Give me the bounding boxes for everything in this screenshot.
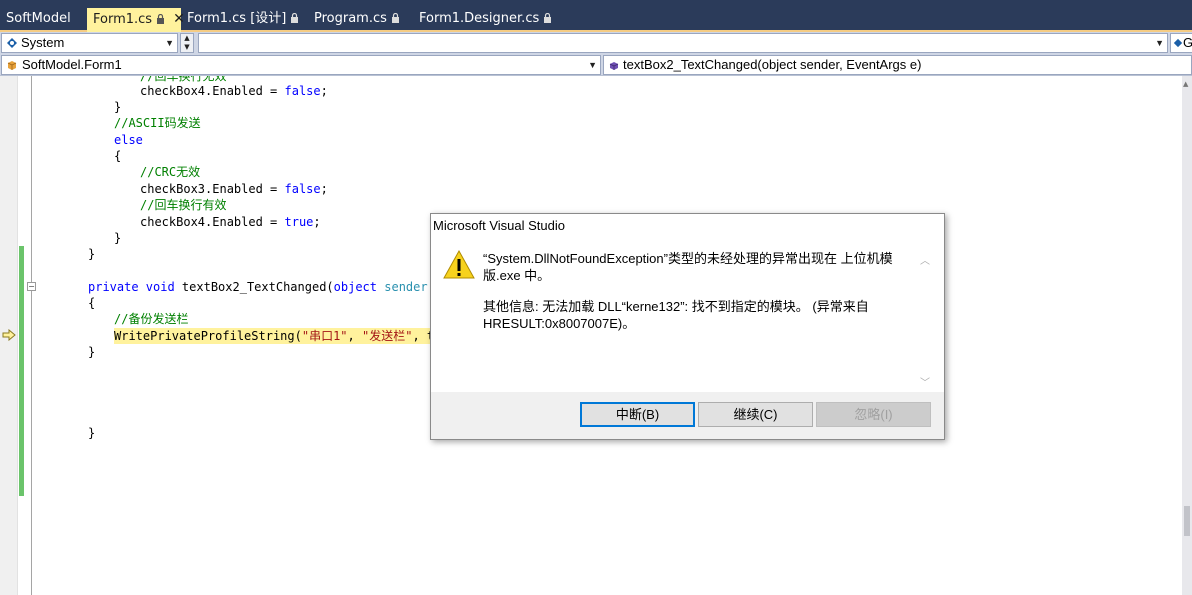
spin-buttons[interactable]: ▲ ▼	[180, 33, 194, 53]
tab-program-cs[interactable]: Program.cs	[308, 8, 408, 30]
code-line: checkBox3.Enabled = false;	[140, 182, 328, 196]
dialog-title: Microsoft Visual Studio	[431, 214, 944, 238]
instruction-pointer-icon	[2, 329, 16, 341]
scroll-up-icon[interactable]: ︿	[920, 252, 930, 267]
code-brace: {	[88, 296, 96, 310]
vertical-scrollbar[interactable]: ▲	[1182, 76, 1192, 595]
type-member-bar: SoftModel.Form1 ▼ textBox2_TextChanged(o…	[0, 54, 1192, 76]
scroll-down-icon[interactable]: ﹀	[920, 374, 930, 389]
code-brace: {	[114, 149, 122, 163]
lock-icon	[391, 13, 399, 23]
code-brace: }	[88, 426, 96, 440]
code-comment: //ASCII码发送	[114, 116, 201, 130]
method-icon	[609, 62, 619, 70]
right-dropdown[interactable]: G	[1170, 33, 1192, 53]
document-tab-bar: SoftModel Form1.cs ✕ Form1.cs [设计] Progra…	[0, 0, 1192, 32]
warning-icon	[443, 250, 475, 279]
project-navigation-bar: System ▼ ▲▼ ▼ G	[0, 32, 1192, 54]
member-dropdown-value: textBox2_TextChanged(object sender, Even…	[623, 57, 922, 72]
code-brace: }	[88, 345, 96, 359]
break-button[interactable]: 中断(B)	[580, 402, 695, 427]
tab-label: Form1.Designer.cs	[419, 11, 540, 26]
current-statement: WritePrivateProfileString("串口1", "发送栏", …	[114, 328, 434, 344]
class-dropdown-value: SoftModel.Form1	[22, 57, 122, 72]
continue-button[interactable]: 继续(C)	[698, 402, 813, 427]
scrollbar-thumb[interactable]	[1184, 506, 1190, 536]
lock-icon	[544, 13, 552, 23]
chevron-down-icon: ▼	[588, 60, 597, 70]
project-dropdown-value: System	[21, 35, 65, 50]
code-keyword: else	[114, 133, 143, 147]
tab-form1-designer-cs[interactable]: Form1.Designer.cs	[413, 8, 552, 30]
tab-label: SoftModel	[6, 11, 71, 26]
right-dropdown-value: G	[1183, 35, 1192, 50]
tab-softmodel[interactable]: SoftModel	[0, 8, 86, 30]
tab-label: Program.cs	[314, 11, 387, 26]
code-comment: //CRC无效	[140, 165, 201, 179]
exception-detail: 其他信息: 无法加载 DLL“kerne132”: 找不到指定的模块。 (异常来…	[483, 299, 869, 331]
outlining-line	[31, 76, 32, 595]
tab-form1-cs[interactable]: Form1.cs ✕	[87, 8, 185, 32]
code-line: checkBox4.Enabled = true;	[140, 215, 321, 229]
collapse-icon[interactable]: −	[27, 282, 36, 291]
code-comment: //备份发送栏	[114, 312, 189, 326]
code-brace: }	[114, 231, 122, 245]
scope-dropdown[interactable]: ▼	[198, 33, 1168, 53]
tab-label: Form1.cs	[93, 12, 153, 27]
lock-icon	[291, 13, 299, 23]
tab-form1-design[interactable]: Form1.cs [设计]	[181, 8, 301, 30]
code-line: checkBox4.Enabled = false;	[140, 84, 328, 98]
dialog-content: “System.DllNotFoundException”类型的未经处理的异常出…	[431, 238, 944, 392]
project-dropdown[interactable]: System ▼	[1, 33, 178, 53]
namespace-icon	[7, 38, 17, 48]
lock-icon	[157, 14, 165, 24]
member-dropdown[interactable]: textBox2_TextChanged(object sender, Even…	[603, 55, 1192, 75]
exception-dialog: Microsoft Visual Studio “System.DllNotFo…	[430, 213, 945, 440]
chevron-down-icon: ▼	[1155, 38, 1164, 48]
class-icon	[7, 61, 17, 70]
exception-message: “System.DllNotFoundException”类型的未经处理的异常出…	[483, 251, 893, 283]
scroll-up-icon[interactable]: ▲	[1183, 80, 1188, 88]
tab-label: Form1.cs [设计]	[187, 11, 287, 26]
method-signature: private void textBox2_TextChanged(object…	[88, 280, 471, 294]
ignore-button[interactable]: 忽略(I)	[816, 402, 931, 427]
chevron-down-icon: ▼	[165, 38, 174, 48]
code-brace: }	[114, 100, 122, 114]
code-brace: }	[88, 247, 96, 261]
change-tracking-bar	[19, 246, 24, 496]
class-dropdown[interactable]: SoftModel.Form1 ▼	[1, 55, 601, 75]
code-comment: //回车换行有效	[140, 198, 227, 212]
namespace-icon	[1173, 38, 1183, 48]
